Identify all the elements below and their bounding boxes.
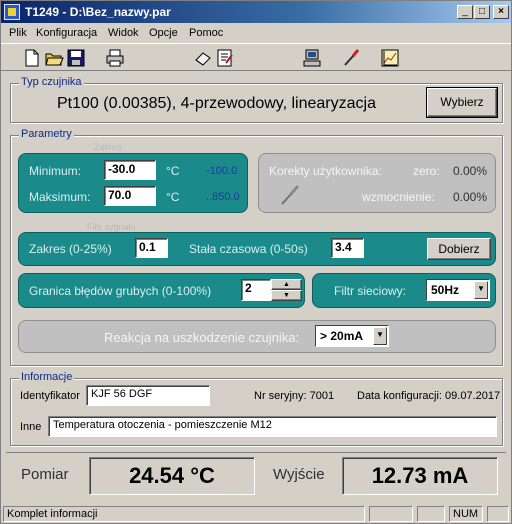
maximum-unit: °C xyxy=(166,190,180,204)
print-icon[interactable] xyxy=(104,47,126,69)
other-input[interactable]: Temperatura otoczenia - pomieszczenie M1… xyxy=(48,416,497,437)
gain-value: 0.00% xyxy=(453,190,488,204)
time-constant-label: Stała czasowa (0-50s) xyxy=(189,242,308,256)
open-folder-icon[interactable] xyxy=(43,47,65,69)
maximize-button[interactable]: □ xyxy=(474,5,490,19)
window-title: T1249 - D:\Bez_nazwy.par xyxy=(25,5,171,19)
range-limit-max: ..850.0 xyxy=(206,191,240,203)
close-icon: × xyxy=(498,6,504,17)
app-window: T1249 - D:\Bez_nazwy.par _ □ × Plik Konf… xyxy=(0,0,512,524)
maximize-icon: □ xyxy=(478,6,486,17)
edit-document-icon[interactable] xyxy=(214,47,236,69)
identifier-input[interactable]: KJF 56 DGF xyxy=(86,385,210,406)
config-date-text: Data konfiguracji: 09.07.2017 xyxy=(357,390,501,402)
spin-down-icon[interactable]: ▼ xyxy=(271,290,302,301)
maximum-label: Maksimum: xyxy=(29,190,91,204)
menu-opcje[interactable]: Opcje xyxy=(149,27,178,39)
mains-filter-label: Filtr sieciowy: xyxy=(334,284,407,298)
close-button[interactable]: × xyxy=(493,5,509,19)
menu-plik[interactable]: Plik xyxy=(9,27,27,39)
minimize-icon: _ xyxy=(462,6,468,17)
gross-error-spinner[interactable]: ▲ ▼ xyxy=(271,279,302,301)
identifier-label: Identyfikator xyxy=(20,390,80,402)
num-lock-indicator: NUM xyxy=(449,506,483,522)
maximum-input[interactable]: 70.0 xyxy=(104,186,156,206)
spin-up-icon[interactable]: ▲ xyxy=(271,279,302,290)
menu-konfiguracja[interactable]: Konfiguracja xyxy=(36,27,97,39)
zero-value: 0.00% xyxy=(453,164,488,178)
menu-pomoc[interactable]: Pomoc xyxy=(189,27,223,39)
computer-icon[interactable] xyxy=(301,47,323,69)
eraser-icon[interactable] xyxy=(192,47,214,69)
chart-icon[interactable] xyxy=(379,47,401,69)
failure-reaction-value: > 20mA xyxy=(320,329,364,343)
filter-range-label: Zakres (0-25%) xyxy=(29,242,112,256)
other-label: Inne xyxy=(20,421,42,433)
sensor-type-text: Pt100 (0.00385), 4-przewodowy, linearyza… xyxy=(57,95,376,112)
save-icon[interactable] xyxy=(65,47,87,69)
mains-filter-select[interactable]: 50Hz ▼ xyxy=(426,279,490,301)
mains-filter-value: 50Hz xyxy=(431,283,460,297)
output-label: Wyjście xyxy=(273,466,325,483)
failure-reaction-select[interactable]: > 20mA ▼ xyxy=(315,325,389,347)
measurement-label: Pomiar xyxy=(21,466,69,483)
chevron-down-icon[interactable]: ▼ xyxy=(474,281,488,299)
status-text: Komplet informacji xyxy=(3,506,365,522)
filter-label: Filtr sygnału xyxy=(87,222,136,232)
choose-sensor-button[interactable]: Wybierz xyxy=(427,88,497,117)
serial-number-text: Nr seryjny: 7001 xyxy=(254,390,335,402)
probe-icon[interactable] xyxy=(340,47,362,69)
gain-label: wzmocnienie: xyxy=(362,190,435,204)
title-bar[interactable]: T1249 - D:\Bez_nazwy.par _ □ × xyxy=(1,1,511,23)
minimum-input[interactable]: -30.0 xyxy=(104,160,156,180)
status-cell-empty-2 xyxy=(417,506,445,522)
size-grip-icon[interactable] xyxy=(487,506,509,522)
menu-widok[interactable]: Widok xyxy=(108,27,139,39)
gross-error-label: Granica błędów grubych (0-100%) xyxy=(29,284,212,298)
measurement-value: 24.54 °C xyxy=(89,457,255,495)
app-icon[interactable] xyxy=(4,4,20,20)
new-file-icon[interactable] xyxy=(21,47,43,69)
chevron-down-icon[interactable]: ▼ xyxy=(373,327,387,345)
range-label: Zakres: xyxy=(94,142,125,152)
tune-filter-button[interactable]: Dobierz xyxy=(427,238,491,260)
user-corrections-label: Korekty użytkownika: xyxy=(269,164,382,178)
information-group-label: Informacje xyxy=(19,371,75,383)
toolbar xyxy=(1,43,511,71)
failure-reaction-label: Reakcja na uszkodzenie czujnika: xyxy=(104,330,300,345)
menu-bar: Plik Konfiguracja Widok Opcje Pomoc xyxy=(1,23,511,43)
minimize-button[interactable]: _ xyxy=(457,5,473,19)
minimum-label: Minimum: xyxy=(29,164,82,178)
filter-range-input[interactable]: 0.1 xyxy=(135,238,168,258)
zero-label: zero: xyxy=(413,164,440,178)
sensor-group-label: Typ czujnika xyxy=(19,76,84,88)
status-bar: Komplet informacji NUM xyxy=(1,504,511,523)
range-limit-min: -100.0 xyxy=(206,165,238,177)
status-cell-empty-1 xyxy=(369,506,413,522)
choose-sensor-button-frame: Wybierz xyxy=(426,87,498,118)
time-constant-input[interactable]: 3.4 xyxy=(331,238,364,258)
parameters-group-label: Parametry xyxy=(19,128,74,140)
minimum-unit: °C xyxy=(166,164,180,178)
output-value: 12.73 mA xyxy=(342,457,498,495)
calibration-probe-icon[interactable] xyxy=(278,182,304,208)
gross-error-input[interactable]: 2 xyxy=(241,279,271,301)
